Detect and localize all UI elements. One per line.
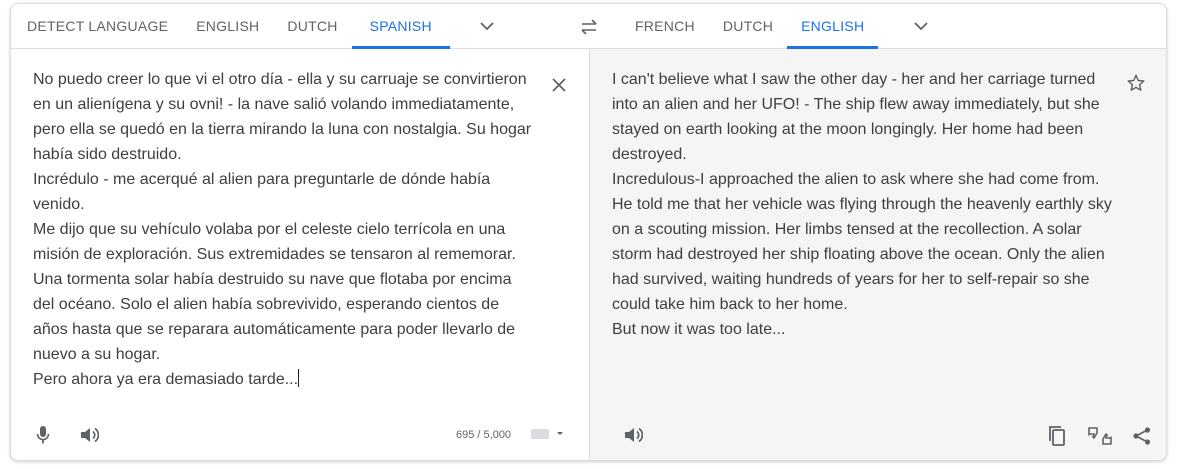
character-count: 695 / 5,000: [456, 429, 512, 441]
source-lang-dropdown[interactable]: [450, 4, 506, 48]
speaker-icon: [625, 427, 643, 443]
source-lang-english[interactable]: ENGLISH: [182, 4, 273, 48]
source-language-bar: DETECT LANGUAGE ENGLISH DUTCH SPANISH: [11, 4, 589, 49]
translate-card: DETECT LANGUAGE ENGLISH DUTCH SPANISH FR…: [10, 3, 1167, 461]
source-lang-detect[interactable]: DETECT LANGUAGE: [11, 4, 182, 48]
target-language-bar: FRENCH DUTCH ENGLISH: [589, 4, 1166, 49]
chevron-down-icon: [480, 21, 494, 30]
target-lang-french[interactable]: FRENCH: [589, 4, 709, 48]
microphone-icon: [36, 426, 50, 444]
keyboard-icon: [531, 429, 563, 439]
source-lang-spanish[interactable]: SPANISH: [351, 4, 451, 49]
target-pane: I can't believe what I saw the other day…: [589, 49, 1166, 460]
source-text-input[interactable]: No puedo creer lo que vi el otro día - e…: [33, 67, 533, 392]
listen-source-button[interactable]: [76, 423, 102, 447]
target-lang-dutch[interactable]: DUTCH: [709, 4, 787, 48]
copy-translation-button[interactable]: [1045, 423, 1069, 449]
save-translation-button[interactable]: [1124, 71, 1148, 95]
source-text: No puedo creer lo que vi el otro día - e…: [33, 71, 532, 388]
chevron-down-icon: [914, 21, 928, 30]
source-lang-dutch[interactable]: DUTCH: [273, 4, 351, 48]
share-icon: [1133, 427, 1151, 445]
source-pane: No puedo creer lo que vi el otro día - e…: [11, 49, 589, 460]
text-caret: [298, 369, 300, 387]
target-lang-english[interactable]: ENGLISH: [787, 4, 879, 49]
rate-translation-button[interactable]: [1086, 423, 1114, 449]
microphone-button[interactable]: [31, 423, 55, 447]
speaker-icon: [81, 427, 99, 443]
clear-text-button[interactable]: [547, 73, 571, 97]
listen-translation-button[interactable]: [620, 423, 646, 447]
target-lang-dropdown[interactable]: [878, 4, 940, 48]
star-icon: [1127, 74, 1145, 91]
share-translation-button[interactable]: [1130, 423, 1154, 449]
close-icon: [552, 78, 566, 92]
copy-icon: [1049, 426, 1065, 446]
feedback-icon: [1088, 427, 1112, 445]
keyboard-button[interactable]: [529, 427, 565, 441]
translation-text: I can't believe what I saw the other day…: [612, 71, 1112, 338]
